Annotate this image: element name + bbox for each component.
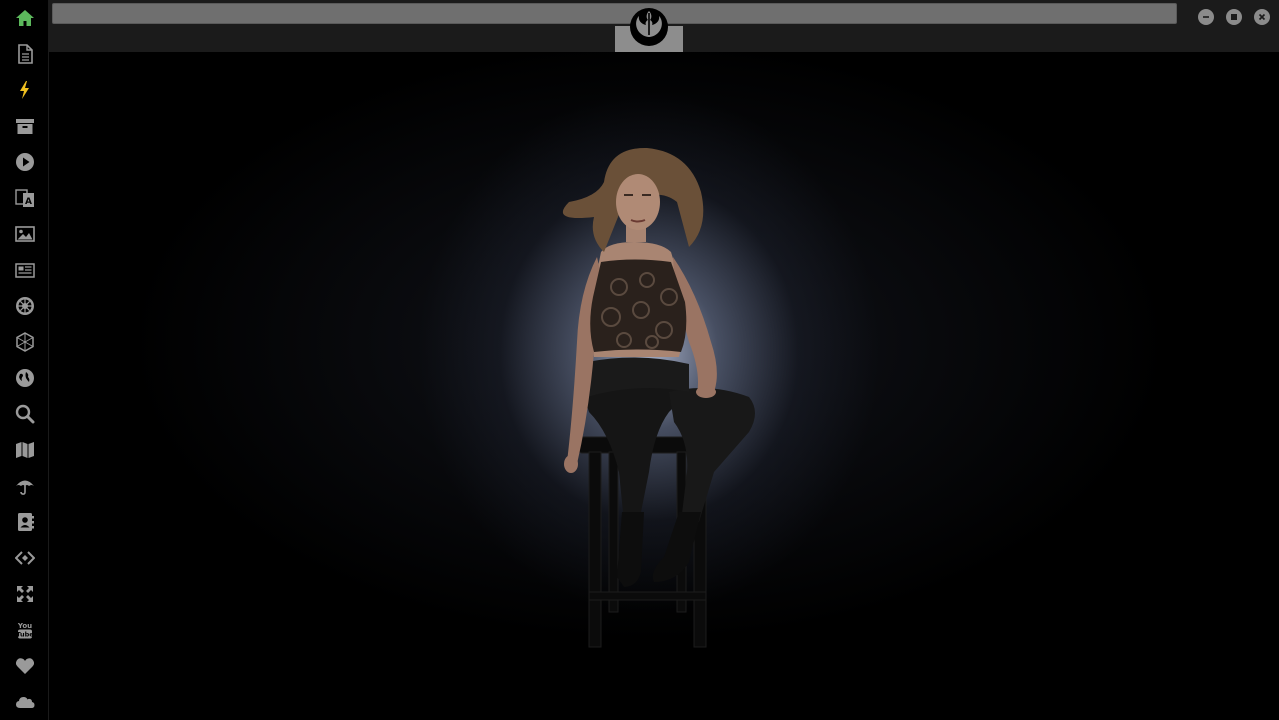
minimize-icon (1203, 16, 1209, 18)
svg-text:You: You (17, 622, 32, 630)
contacts-icon[interactable] (12, 509, 38, 535)
youtube-icon[interactable]: You Tube (12, 617, 38, 643)
map-icon[interactable] (12, 437, 38, 463)
main-content (49, 52, 1279, 720)
code-icon[interactable] (12, 545, 38, 571)
search-icon[interactable] (12, 401, 38, 427)
umbrella-icon[interactable] (12, 473, 38, 499)
expand-icon[interactable] (12, 581, 38, 607)
globe-icon[interactable] (12, 365, 38, 391)
hexagon-network-icon[interactable] (12, 329, 38, 355)
address-bar[interactable] (52, 3, 1177, 24)
maximize-button[interactable] (1226, 9, 1242, 25)
close-icon (1258, 13, 1266, 21)
archive-icon[interactable] (12, 113, 38, 139)
home-icon[interactable] (12, 5, 38, 31)
minimize-button[interactable] (1198, 9, 1214, 25)
maximize-icon (1231, 14, 1237, 20)
galactic-empire-icon[interactable] (12, 293, 38, 319)
svg-text:A: A (25, 197, 32, 207)
document-icon[interactable] (12, 41, 38, 67)
newspaper-icon[interactable] (12, 257, 38, 283)
rebel-alliance-icon (629, 7, 669, 47)
close-button[interactable] (1254, 9, 1270, 25)
image-icon[interactable] (12, 221, 38, 247)
sidebar: A You Tube (0, 0, 49, 720)
lightning-icon[interactable] (12, 77, 38, 103)
svg-text:Tube: Tube (16, 631, 34, 639)
heart-icon[interactable] (12, 653, 38, 679)
play-circle-icon[interactable] (12, 149, 38, 175)
cloud-icon[interactable] (12, 689, 38, 715)
photo-woman-on-stool (562, 147, 755, 648)
translate-icon[interactable]: A (12, 185, 38, 211)
